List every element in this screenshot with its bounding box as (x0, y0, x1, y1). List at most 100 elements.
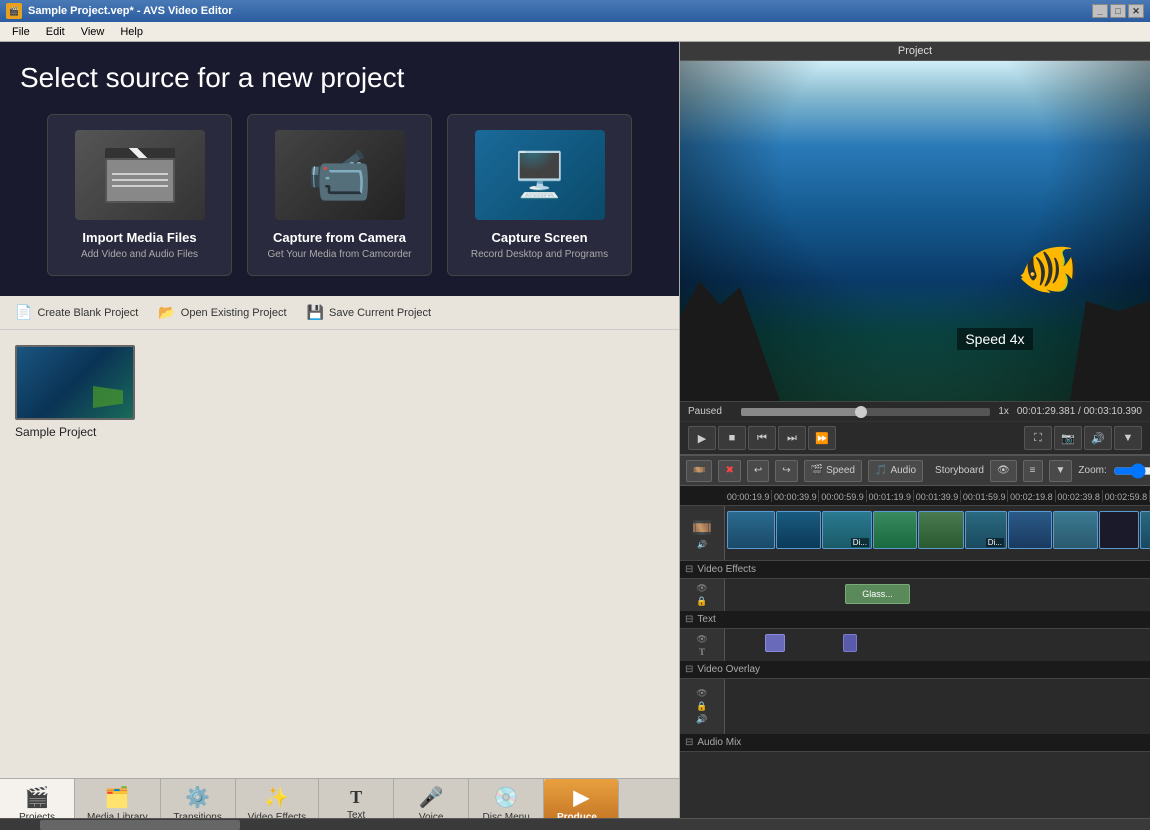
timeline-mode-dropdown[interactable]: ▼ (1049, 460, 1073, 482)
playback-speed: 1x (998, 406, 1009, 417)
text-eye-icon[interactable]: 👁 (696, 634, 707, 645)
clip-7[interactable] (1008, 511, 1052, 549)
video-overlay-toggle[interactable]: ⊟ (685, 664, 693, 675)
play-button[interactable]: ▶ (688, 426, 716, 450)
progress-thumb[interactable] (855, 406, 867, 418)
clip-9[interactable] (1099, 511, 1139, 549)
storyboard-toggle[interactable]: 👁 (990, 460, 1017, 482)
maximize-button[interactable]: □ (1110, 4, 1126, 18)
menubar: File Edit View Help (0, 22, 1150, 42)
eye-icon[interactable]: 👁 (696, 583, 707, 594)
delete-button[interactable]: ✖ (718, 460, 740, 482)
screen-label: Capture Screen (463, 230, 616, 245)
transitions-tab-icon: ⚙️ (185, 785, 210, 810)
open-existing-project-button[interactable]: 📂 Open Existing Project (158, 304, 286, 321)
text-track-body[interactable]: S... Speed 4x So... AVS Vide... (725, 629, 1150, 661)
video-effects-toggle[interactable]: ⊟ (685, 564, 693, 575)
clip-4[interactable] (873, 511, 917, 549)
screen-sublabel: Record Desktop and Programs (463, 249, 616, 260)
transport-controls: ▶ ■ ⏮ ⏭ ⏩ (688, 426, 836, 450)
clip-5[interactable] (918, 511, 964, 549)
audio-icon: 🎵 (875, 465, 887, 476)
volume-button[interactable]: 🔊 (1084, 426, 1112, 450)
window-title: Sample Project.vep* - AVS Video Editor (28, 5, 1092, 17)
clip-6[interactable]: Di... (965, 511, 1007, 549)
audio-mix-section-label: Audio Mix (697, 737, 741, 748)
menu-help[interactable]: Help (112, 24, 151, 40)
capture-screen-option[interactable]: 🖥️ Capture Screen Record Desktop and Pro… (447, 114, 632, 276)
rewind-button[interactable]: ⏮ (748, 426, 776, 450)
window-controls[interactable]: _ □ ✕ (1092, 4, 1144, 18)
text-track-icon: T (699, 647, 705, 657)
ruler-mark-6: 00:02:19.8 (1008, 490, 1055, 502)
video-track-body[interactable]: Di... Di... Divi... (...) (725, 506, 1150, 560)
close-button[interactable]: ✕ (1128, 4, 1144, 18)
video-clips-container: Di... Di... Divi... (...) (725, 506, 1150, 548)
text-block-2[interactable] (843, 634, 857, 652)
projects-tab-icon: 🎬 (25, 785, 50, 810)
expand-button[interactable]: ▼ (1114, 426, 1142, 450)
import-media-option[interactable]: Import Media Files Add Video and Audio F… (47, 114, 232, 276)
clip-2[interactable] (776, 511, 821, 549)
text-section-header: ⊟ Text (680, 611, 1150, 629)
progress-fill (741, 408, 861, 416)
project-name: Sample Project (15, 425, 135, 439)
audio-button[interactable]: 🎵 Audio (868, 460, 923, 482)
stop-button[interactable]: ■ (718, 426, 746, 450)
glass-effect[interactable]: Glass... (845, 584, 910, 604)
capture-camera-option[interactable]: 📹 Capture from Camera Get Your Media fro… (247, 114, 432, 276)
create-blank-project-button[interactable]: 📄 Create Blank Project (15, 304, 138, 321)
zoom-slider[interactable] (1113, 463, 1150, 479)
h-scrollbar-thumb[interactable] (40, 820, 240, 830)
sample-project-thumbnail[interactable]: Sample Project (15, 345, 135, 439)
preview-background: 🐠 Speed 4x (680, 61, 1150, 401)
effects-track-body[interactable]: Glass... Ken Burns Ken Burns Wave Ken ..… (725, 579, 1150, 611)
overlay-lock-icon: 🔒 (696, 701, 707, 712)
right-panel: Project 🐠 Speed 4x Paused (680, 42, 1150, 830)
minimize-button[interactable]: _ (1092, 4, 1108, 18)
save-current-project-button[interactable]: 💾 Save Current Project (307, 304, 432, 321)
zoom-label: Zoom: (1078, 465, 1106, 476)
screen-source-icon: 🖥️ (475, 130, 605, 220)
import-sublabel: Add Video and Audio Files (63, 249, 216, 260)
filmstrip-button[interactable]: 🎞️ (686, 460, 712, 482)
fish-overlay: 🐠 (1017, 240, 1079, 299)
speed-button[interactable]: 🎬 Speed (804, 460, 862, 482)
redo-button[interactable]: ↪ (775, 460, 797, 482)
timeline-ruler: 00:00:19.9 00:00:39.9 00:00:59.9 00:01:1… (680, 486, 1150, 506)
main-area: Select source for a new project (0, 42, 1150, 830)
ruler-marks: 00:00:19.9 00:00:39.9 00:00:59.9 00:01:1… (725, 490, 1150, 502)
progress-bar[interactable] (741, 408, 990, 416)
clip-10[interactable] (1140, 511, 1150, 549)
timeline-view-toggle[interactable]: ≡ (1023, 460, 1043, 482)
ruler-mark-5: 00:01:59.9 (961, 490, 1008, 502)
fast-forward-button[interactable]: ⏭ (778, 426, 806, 450)
menu-file[interactable]: File (4, 24, 38, 40)
snapshot-button[interactable]: 📷 (1054, 426, 1082, 450)
playback-status: Paused (688, 406, 733, 417)
video-track: 🎞️ 🔊 Di... Di... (680, 506, 1150, 561)
camera-source-icon: 📹 (275, 130, 405, 220)
clip-1[interactable] (727, 511, 775, 549)
clip-8[interactable] (1053, 511, 1098, 549)
menu-view[interactable]: View (73, 24, 113, 40)
ruler-mark-8: 00:02:59.8 (1103, 490, 1150, 502)
horizontal-scrollbar[interactable] (0, 818, 1150, 830)
text-toggle[interactable]: ⊟ (685, 614, 693, 625)
audio-mix-toggle[interactable]: ⊟ (685, 737, 693, 748)
playback-bar: Paused 1x 00:01:29.381 / 00:03:10.390 (680, 401, 1150, 421)
next-frame-button[interactable]: ⏩ (808, 426, 836, 450)
video-track-icon: 🎞️ (692, 518, 712, 538)
overlay-track-body[interactable]: 🐠 fi... (725, 679, 1150, 734)
clip-3[interactable]: Di... (822, 511, 872, 549)
fullscreen-button[interactable]: ⛶ (1024, 426, 1052, 450)
import-label: Import Media Files (63, 230, 216, 245)
save-current-label: Save Current Project (329, 307, 431, 319)
open-project-icon: 📂 (158, 304, 175, 321)
text-block-1[interactable] (765, 634, 785, 652)
undo-button[interactable]: ↩ (747, 460, 769, 482)
menu-edit[interactable]: Edit (38, 24, 73, 40)
overlay-eye-icon[interactable]: 👁 (696, 688, 707, 699)
voice-tab-icon: 🎤 (419, 785, 444, 810)
ruler-mark-1: 00:00:39.9 (772, 490, 819, 502)
